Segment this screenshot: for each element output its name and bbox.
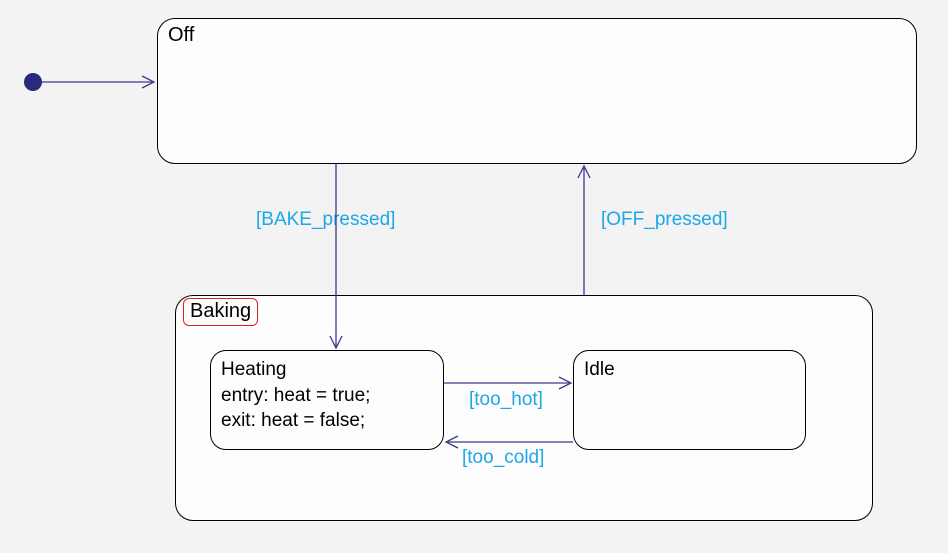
- state-heating-title: Heating: [221, 357, 433, 383]
- state-heating[interactable]: Heating entry: heat = true; exit: heat =…: [210, 350, 444, 450]
- state-idle[interactable]: Idle: [573, 350, 806, 450]
- transition-label-too-hot: [too_hot]: [469, 389, 543, 411]
- state-heating-exit: exit: heat = false;: [221, 408, 433, 434]
- state-heating-entry: entry: heat = true;: [221, 383, 433, 409]
- state-idle-title: Idle: [584, 357, 795, 383]
- state-off[interactable]: Off: [157, 18, 917, 164]
- transition-label-off-pressed: [OFF_pressed]: [601, 209, 728, 231]
- state-off-label: Off: [168, 23, 194, 48]
- transition-label-too-cold: [too_cold]: [462, 447, 544, 469]
- transition-label-bake-pressed: [BAKE_pressed]: [256, 209, 395, 231]
- initial-state-dot: [24, 73, 42, 91]
- state-diagram-canvas: Off Baking Heating entry: heat = true; e…: [0, 0, 948, 553]
- state-baking-label: Baking: [183, 298, 258, 326]
